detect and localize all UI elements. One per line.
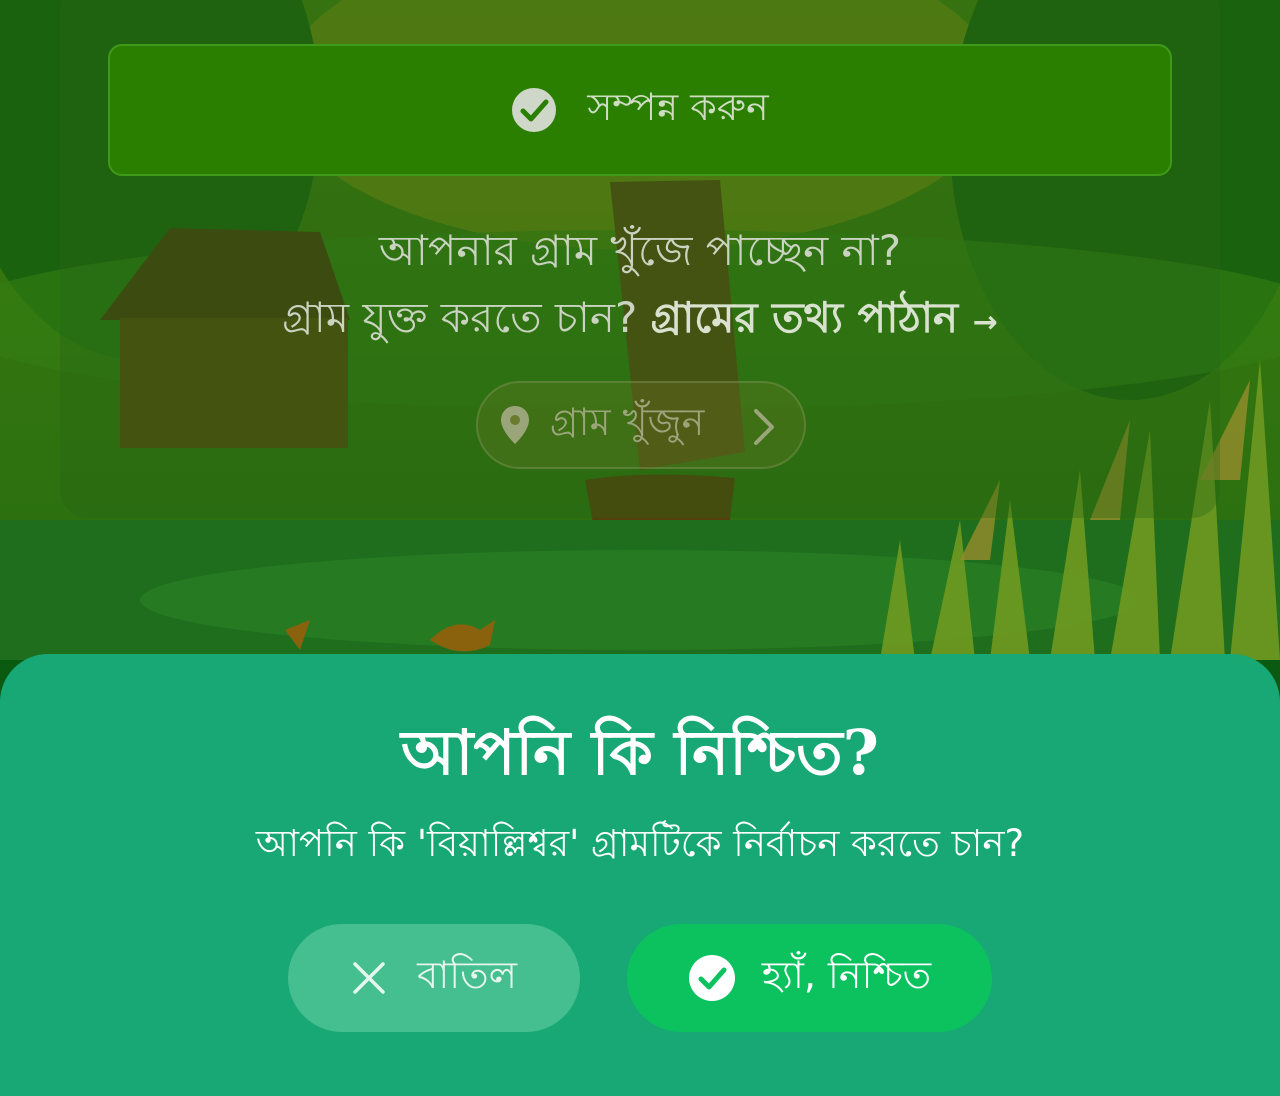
send-village-info-link[interactable]: গ্রামের তথ্য পাঠান → xyxy=(651,293,998,342)
search-village-button[interactable]: গ্রাম খুঁজুন xyxy=(476,381,806,469)
check-circle-icon xyxy=(512,88,557,132)
search-village-label: গ্রাম খুঁজুন xyxy=(550,400,705,444)
add-village-line: গ্রাম যুক্ত করতে চান? গ্রামের তথ্য পাঠান… xyxy=(0,285,1280,356)
chevron-right-icon xyxy=(754,409,774,445)
cancel-button-label: বাতিল xyxy=(417,953,517,997)
village-not-found-text: আপনার গ্রাম খুঁজে পাচ্ছেন না? xyxy=(378,226,902,275)
confirm-button-label: হ্যাঁ, নিশ্চিত xyxy=(761,953,932,997)
cancel-button[interactable]: বাতিল xyxy=(288,924,580,1032)
confirm-button[interactable]: হ্যাঁ, নিশ্চিত xyxy=(627,924,992,1032)
close-icon xyxy=(353,962,385,994)
dialog-message: আপনি কি 'বিয়াল্লিশ্বর' গ্রামটিকে নির্বা… xyxy=(255,822,1025,865)
check-circle-icon xyxy=(688,955,735,1001)
add-village-prompt: গ্রাম যুক্ত করতে চান? xyxy=(282,293,638,342)
dialog-title: আপনি কি নিশ্চিত? xyxy=(401,716,879,789)
confirmation-sheet: আপনি কি নিশ্চিত? আপনি কি 'বিয়াল্লিশ্বর'… xyxy=(0,654,1280,1096)
arrow-right-icon: → xyxy=(972,305,998,340)
complete-button-label: সম্পন্ন করুন xyxy=(587,85,769,129)
send-village-info-label: গ্রামের তথ্য পাঠান xyxy=(650,293,959,342)
location-pin-icon xyxy=(501,406,529,444)
complete-button[interactable]: সম্পন্ন করুন xyxy=(108,44,1172,176)
